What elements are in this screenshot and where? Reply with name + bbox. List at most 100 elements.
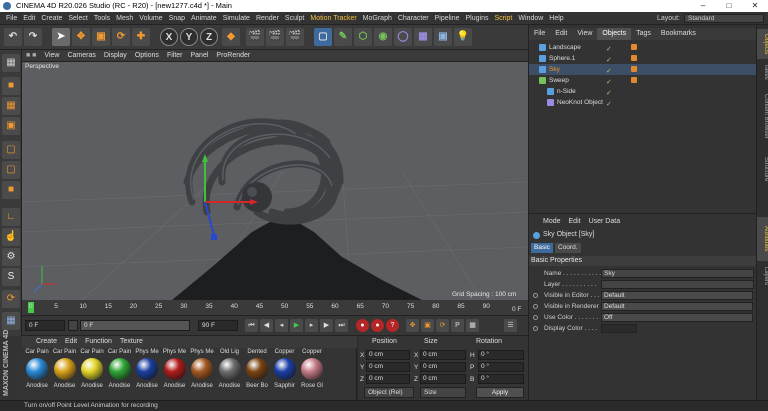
next-frame-icon[interactable]: ▸ xyxy=(305,319,318,332)
tag-icon[interactable] xyxy=(631,66,637,72)
prev-frame-icon[interactable]: ◂ xyxy=(275,319,288,332)
scale-icon[interactable]: ▣ xyxy=(92,28,110,46)
timeline-menu-icon[interactable]: ☰ xyxy=(504,319,517,332)
material-swatch[interactable]: Phys Me Anodise xyxy=(189,348,215,398)
play-icon[interactable]: ▶ xyxy=(290,319,303,332)
preview-range-slider[interactable]: 0 F xyxy=(80,320,190,331)
attribute-menu-user-data[interactable]: User Data xyxy=(585,216,625,228)
record-scale-icon[interactable]: ▣ xyxy=(421,319,434,332)
animate-radio-icon[interactable] xyxy=(533,315,538,320)
prev-key-icon[interactable]: ◀ xyxy=(260,319,273,332)
object-menu-tags[interactable]: Tags xyxy=(631,28,656,40)
menu-tools[interactable]: Tools xyxy=(91,12,113,25)
cube-icon[interactable]: ▢ xyxy=(314,28,332,46)
size-field[interactable]: 0 cm xyxy=(420,350,466,360)
edges-mode-icon[interactable]: ▢ xyxy=(2,161,20,179)
light-icon[interactable]: 💡 xyxy=(454,28,472,46)
position-field[interactable]: 0 cm xyxy=(366,374,410,384)
transform-icon[interactable]: ✚ xyxy=(132,28,150,46)
tab-layers-vertical[interactable]: Layers xyxy=(757,263,768,289)
material-menu-edit[interactable]: Edit xyxy=(61,336,81,348)
animate-radio-icon[interactable] xyxy=(533,326,538,331)
viewport-menu-options[interactable]: Options xyxy=(131,50,163,62)
tag-icon[interactable] xyxy=(631,44,637,50)
menu-snap[interactable]: Snap xyxy=(166,12,188,25)
object-menu-file[interactable]: File xyxy=(529,28,550,40)
material-menu-function[interactable]: Function xyxy=(81,336,116,348)
animate-radio-icon[interactable] xyxy=(533,293,538,298)
render-picture-viewer-icon[interactable]: 🎬 xyxy=(266,28,284,46)
attribute-dropdown[interactable]: Off xyxy=(601,313,753,322)
menu-animate[interactable]: Animate xyxy=(188,12,220,25)
attribute-menu-mode[interactable]: Mode xyxy=(529,216,565,228)
material-swatch[interactable]: Copper Sapphir xyxy=(272,348,298,398)
object-row[interactable]: Landscape ✓ xyxy=(529,42,757,53)
tab-basic[interactable]: Basic xyxy=(531,243,553,253)
record-rotation-icon[interactable]: ⟳ xyxy=(436,319,449,332)
workplane-icon[interactable]: ▣ xyxy=(2,117,20,135)
menu-window[interactable]: Window xyxy=(515,12,546,25)
texture-mode-icon[interactable]: ▦ xyxy=(2,97,20,115)
solo-icon[interactable]: S xyxy=(2,268,20,286)
viewport-menu-view[interactable]: View xyxy=(40,50,63,62)
maximize-button[interactable]: □ xyxy=(716,0,742,12)
autokey-icon[interactable]: ● xyxy=(371,319,384,332)
position-field[interactable]: 0 cm xyxy=(366,350,410,360)
menu-edit[interactable]: Edit xyxy=(20,12,38,25)
cloner-icon[interactable]: ◉ xyxy=(374,28,392,46)
end-frame-field[interactable]: 90 F xyxy=(198,320,238,331)
viewport-menu-filter[interactable]: Filter xyxy=(163,50,187,62)
object-name[interactable]: NeoKnot Object xyxy=(557,97,603,108)
object-name[interactable]: Sphere.1 xyxy=(549,53,575,64)
material-swatch[interactable]: Car Pain Anodise xyxy=(107,348,133,398)
timeline[interactable]: 0 5 10 15 20 25 30 35 40 45 50 55 60 65 70 75 80 85 90 0 F xyxy=(22,300,528,316)
lock-workplane-icon[interactable]: ⟳ xyxy=(2,290,20,308)
goto-end-icon[interactable]: ⏭ xyxy=(335,319,348,332)
object-menu-view[interactable]: View xyxy=(572,28,597,40)
deformer-icon[interactable]: ◯ xyxy=(394,28,412,46)
tag-icon[interactable] xyxy=(631,55,637,61)
z-axis-lock-icon[interactable]: Z xyxy=(200,28,218,46)
render-view-icon[interactable]: 🎬 xyxy=(246,28,264,46)
tweak-icon[interactable]: ☝ xyxy=(2,228,20,246)
material-swatch[interactable]: Phys Me Anodise xyxy=(162,348,188,398)
tag-icon[interactable] xyxy=(631,77,637,83)
attribute-dropdown[interactable]: Default xyxy=(601,302,753,311)
menu-simulate[interactable]: Simulate xyxy=(220,12,253,25)
camera-icon[interactable]: ▣ xyxy=(434,28,452,46)
record-pla-icon[interactable]: ▦ xyxy=(466,319,479,332)
menu-render[interactable]: Render xyxy=(253,12,282,25)
planar-workplane-icon[interactable]: ▦ xyxy=(2,312,20,330)
material-menu-create[interactable]: Create xyxy=(22,336,61,348)
tab-takes-vertical[interactable]: Takes xyxy=(757,61,768,83)
menu-motion-tracker[interactable]: Motion Tracker xyxy=(307,12,359,25)
viewport-menu-prorender[interactable]: ProRender xyxy=(212,50,254,62)
material-swatch[interactable]: Old Lig Anodise xyxy=(217,348,243,398)
menu-select[interactable]: Select xyxy=(65,12,90,25)
points-mode-icon[interactable]: ▢ xyxy=(2,141,20,159)
coordinate-mode-select[interactable]: Object (Rel) xyxy=(364,387,414,398)
snapping-icon[interactable]: ⚙ xyxy=(2,248,20,266)
object-row[interactable]: n-Side ✓ xyxy=(529,86,757,97)
menu-plugins[interactable]: Plugins xyxy=(463,12,492,25)
record-icon[interactable]: ● xyxy=(356,319,369,332)
x-axis-lock-icon[interactable]: X xyxy=(160,28,178,46)
attribute-text-field[interactable]: Sky xyxy=(601,269,754,278)
live-selection-icon[interactable]: ➤ xyxy=(52,28,70,46)
edit-render-settings-icon[interactable]: 🎬 xyxy=(286,28,304,46)
apply-button[interactable]: Apply xyxy=(476,387,524,398)
material-swatch[interactable]: Copper Rose Gl xyxy=(299,348,325,398)
rotation-field[interactable]: 0 ° xyxy=(478,374,524,384)
record-position-icon[interactable]: ✥ xyxy=(406,319,419,332)
close-button[interactable]: ✕ xyxy=(742,0,768,12)
object-row[interactable]: Sky ✓ xyxy=(529,64,757,75)
animate-radio-icon[interactable] xyxy=(533,304,538,309)
menu-volume[interactable]: Volume xyxy=(136,12,165,25)
object-menu-objects[interactable]: Objects xyxy=(597,28,632,40)
object-menu-bookmarks[interactable]: Bookmarks xyxy=(656,28,701,40)
material-swatch[interactable]: Car Pain Anodise xyxy=(79,348,105,398)
tab-content-browser-vertical[interactable]: Content Browser xyxy=(757,85,768,147)
y-axis-lock-icon[interactable]: Y xyxy=(180,28,198,46)
display-color-swatch[interactable] xyxy=(601,324,637,333)
object-name[interactable]: n-Side xyxy=(557,86,576,97)
